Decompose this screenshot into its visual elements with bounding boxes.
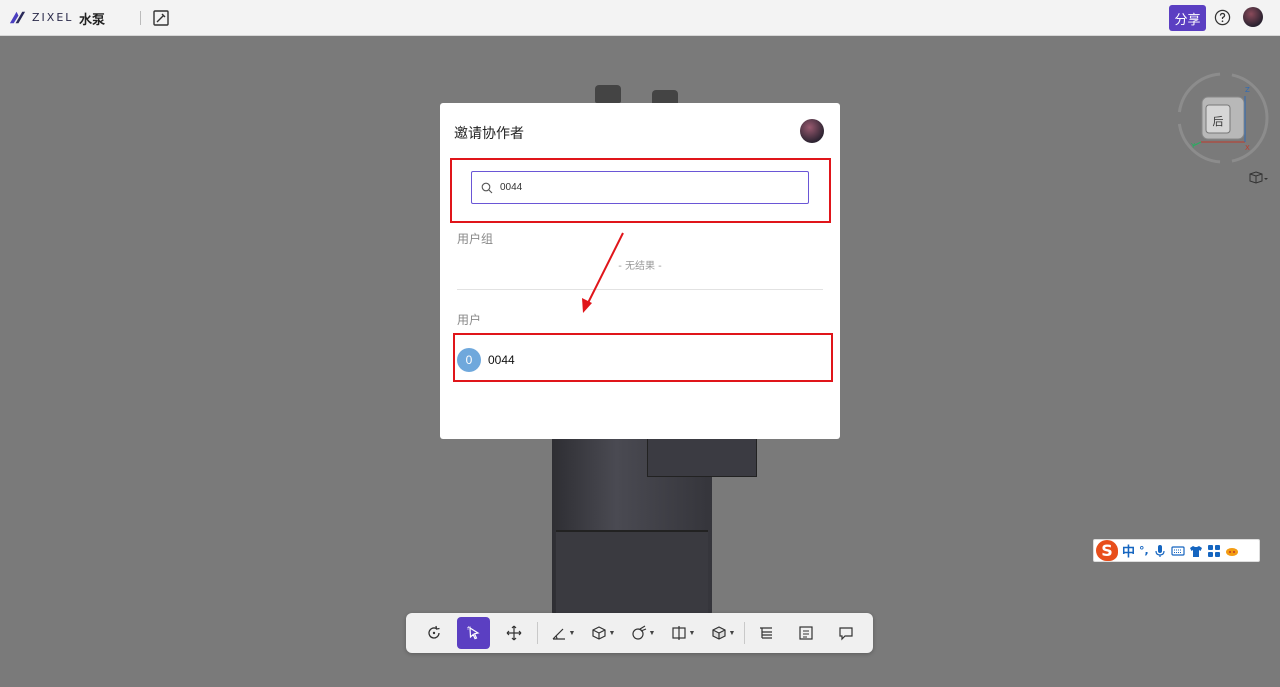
keyboard-icon[interactable]	[1171, 544, 1185, 558]
toolbox-grid-icon[interactable]	[1207, 544, 1221, 558]
no-result-text: - 无结果 -	[618, 261, 662, 272]
select-button[interactable]	[457, 617, 490, 649]
model-side-bracket	[647, 437, 757, 477]
section-divider	[457, 289, 823, 290]
rotate-icon	[428, 625, 440, 639]
view-mode-cube-icon[interactable]	[1249, 171, 1269, 185]
chevron-down-icon: ▼	[728, 629, 736, 637]
axis-x-label: X	[1245, 144, 1250, 152]
ime-toolbar[interactable]: S 中 °,	[1093, 539, 1260, 562]
user-initial-avatar: 0	[457, 348, 481, 372]
logo-text: ZIXEL	[32, 11, 74, 24]
tree-icon	[760, 627, 772, 639]
properties-icon	[799, 626, 813, 640]
user-groups-section-label: 用户组	[457, 232, 494, 246]
axis-z-label: Z	[1245, 86, 1250, 94]
explode-icon	[631, 625, 646, 640]
user-avatar[interactable]	[1243, 7, 1263, 27]
ime-logo[interactable]: S	[1096, 540, 1118, 561]
invite-collaborator-dialog: 邀请协作者 用户组 - 无结果 - 用户 0 0044	[440, 103, 840, 439]
toolbar-divider	[744, 622, 745, 644]
ime-mascot-icon[interactable]	[1225, 544, 1239, 558]
user-list-item[interactable]: 0 0044	[457, 348, 515, 372]
users-section-label: 用户	[457, 313, 482, 327]
header-divider	[140, 11, 141, 25]
comment-icon	[839, 627, 853, 641]
comment-button[interactable]	[830, 617, 862, 649]
select-icon	[467, 626, 480, 640]
top-bar: ZIXEL 水泵 分享	[0, 0, 1280, 36]
dialog-owner-avatar	[800, 119, 824, 143]
search-field[interactable]	[471, 171, 809, 204]
model-tree-button[interactable]	[750, 617, 782, 649]
dialog-title: 邀请协作者	[454, 126, 524, 142]
chevron-down-icon: ▼	[648, 629, 656, 637]
section-button[interactable]: ▼	[586, 617, 620, 649]
chevron-down-icon: ▼	[688, 629, 696, 637]
properties-button[interactable]	[790, 617, 822, 649]
axis-y-label: Y	[1190, 142, 1196, 150]
document-title: 水泵	[79, 12, 106, 27]
share-button[interactable]: 分享	[1169, 5, 1206, 31]
view-cube[interactable]: 后 Z X Y	[1175, 70, 1271, 166]
toolbar-divider	[537, 622, 538, 644]
chevron-down-icon: ▼	[568, 629, 576, 637]
rotate-button[interactable]	[418, 617, 450, 649]
measure-icon	[552, 628, 565, 640]
skin-shirt-icon[interactable]	[1189, 544, 1203, 558]
help-icon[interactable]	[1214, 9, 1231, 26]
measure-button[interactable]: ▼	[546, 617, 580, 649]
move-icon	[506, 625, 522, 641]
render-button[interactable]: ▼	[706, 617, 740, 649]
zixel-logo-icon	[9, 11, 26, 24]
ime-mode-toggle[interactable]: 中	[1122, 541, 1135, 560]
move-button[interactable]	[498, 617, 530, 649]
ime-punctuation-toggle[interactable]: °,	[1139, 544, 1149, 557]
search-input[interactable]	[500, 182, 790, 193]
microphone-icon[interactable]	[1153, 544, 1167, 558]
model-lower-part	[556, 530, 708, 615]
bottom-toolbar: ▼ ▼ ▼ ▼ ▼	[406, 613, 873, 653]
explode-button[interactable]: ▼	[626, 617, 660, 649]
edit-image-icon[interactable]	[152, 9, 170, 27]
view-cube-face-label: 后	[1213, 115, 1224, 128]
render-icon	[711, 626, 726, 640]
user-name: 0044	[488, 353, 515, 367]
chevron-down-icon: ▼	[608, 629, 616, 637]
split-view-button[interactable]: ▼	[666, 617, 700, 649]
split-view-icon	[671, 626, 686, 640]
search-icon	[481, 182, 493, 193]
section-icon	[591, 626, 606, 640]
logo[interactable]: ZIXEL	[8, 8, 73, 27]
model-bolt	[595, 85, 621, 103]
